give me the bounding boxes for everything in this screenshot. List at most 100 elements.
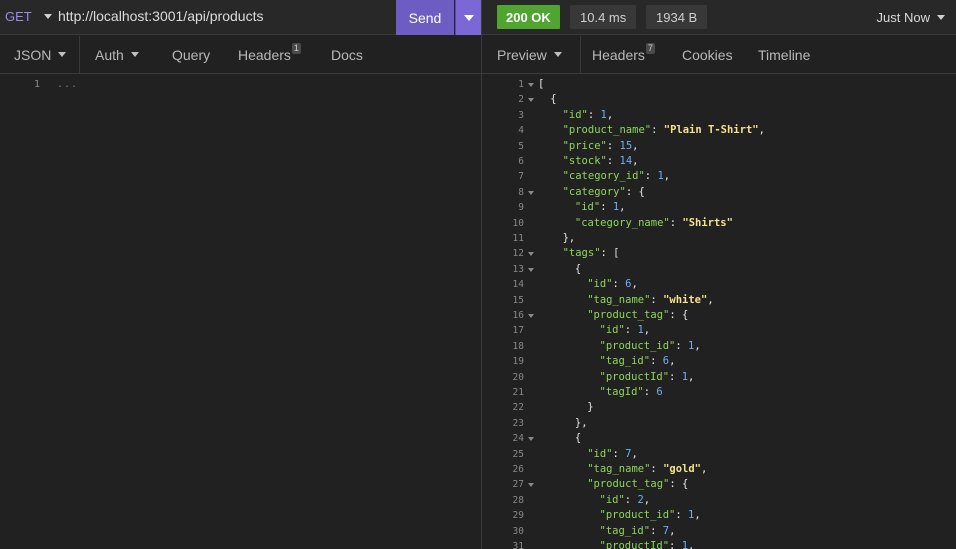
fold-toggle-icon[interactable] <box>528 314 534 318</box>
chevron-down-icon <box>58 52 67 57</box>
line-number: 9 <box>518 202 524 214</box>
json-token: , <box>606 108 614 121</box>
fold-toggle-icon[interactable] <box>528 437 534 442</box>
headers-count-badge: 7 <box>645 43 655 54</box>
json-line: 20 "productId": 1, <box>482 371 956 386</box>
json-code: { <box>575 263 581 275</box>
json-token: : <box>587 108 601 121</box>
tab-auth[interactable]: Auth <box>95 36 139 73</box>
json-token: "Plain T-Shirt" <box>663 124 759 137</box>
line-number: 20 <box>512 371 524 383</box>
json-token: "tags" <box>562 247 601 260</box>
json-line: 8 "category": { <box>482 186 956 201</box>
url-history-chevron-icon[interactable] <box>44 14 52 19</box>
fold-toggle-icon[interactable] <box>528 267 534 272</box>
json-code: "category": { <box>563 186 645 198</box>
json-line: 13 { <box>482 263 956 278</box>
fold-toggle-icon[interactable] <box>528 252 534 257</box>
line-number: 29 <box>512 510 524 522</box>
response-history-dropdown[interactable]: Just Now <box>877 10 930 25</box>
json-response-viewer[interactable]: 1[2{3 "id": 1, 4 "product_name": "Plain T-S… <box>482 78 956 549</box>
chevron-down-icon <box>937 15 945 20</box>
json-token: } <box>587 401 594 414</box>
json-token: , <box>707 293 714 306</box>
json-token: : <box>675 509 689 522</box>
line-number: 22 <box>512 402 524 414</box>
json-code: "tags": [ <box>563 247 620 259</box>
json-code: "productId": 1, <box>600 371 695 383</box>
method-selector[interactable]: GET <box>5 9 32 24</box>
json-token: , <box>701 463 708 475</box>
chevron-down-icon <box>130 52 139 57</box>
fold-toggle-icon[interactable] <box>528 83 534 87</box>
json-token: , <box>694 339 701 352</box>
json-token: : <box>650 293 664 306</box>
send-options-button[interactable] <box>455 0 481 35</box>
json-token: "id" <box>599 493 625 506</box>
json-token: "id" <box>562 108 588 121</box>
tab-label: Headers <box>592 46 645 63</box>
json-token: , <box>631 447 638 460</box>
tab-response-headers[interactable]: Headers 7 <box>592 36 655 73</box>
json-code: "stock": 14, <box>563 155 639 167</box>
editor-body[interactable]: ... <box>57 79 78 90</box>
json-code: "productId": 1, <box>600 540 695 549</box>
json-token: , <box>688 370 695 383</box>
tab-headers[interactable]: Headers 1 <box>238 36 301 73</box>
json-token: , <box>669 355 676 368</box>
json-token: "category_id" <box>562 170 645 183</box>
json-token: , <box>688 540 695 549</box>
status-badge: 200 OK <box>497 5 560 29</box>
tab-preview[interactable]: Preview <box>482 36 581 73</box>
json-token: "tag_id" <box>599 355 651 368</box>
json-token: , <box>619 201 626 214</box>
line-number: 30 <box>512 525 524 537</box>
tab-label: Docs <box>331 46 363 63</box>
tab-timeline[interactable]: Timeline <box>758 36 810 73</box>
tab-label: JSON <box>14 46 52 63</box>
json-token: : <box>624 493 638 506</box>
json-line: 14 "id": 6, <box>482 278 956 293</box>
url-input[interactable] <box>58 8 388 24</box>
fold-toggle-icon[interactable] <box>528 98 534 103</box>
tab-json[interactable]: JSON <box>14 36 67 73</box>
json-code: "id": 7, <box>587 448 638 460</box>
line-number: 25 <box>512 448 524 460</box>
response-tabs: Preview Headers 7 Cookies Timeline <box>482 36 956 74</box>
request-pane: GET Send JSON Auth Query Headers 1 Docs … <box>0 0 481 549</box>
json-line: 22} <box>482 401 956 416</box>
json-line: 2{ <box>482 93 956 108</box>
json-token: "tag_id" <box>599 524 651 537</box>
json-line: 7 "category_id": 1, <box>482 170 956 185</box>
json-line: 11}, <box>482 232 956 247</box>
json-token: "productId" <box>599 370 670 383</box>
line-number: 13 <box>512 263 524 275</box>
json-token: : [ <box>600 247 620 260</box>
fold-toggle-icon[interactable] <box>528 190 534 195</box>
tab-query[interactable]: Query <box>172 36 210 73</box>
json-token: , <box>643 493 651 506</box>
json-token: , <box>663 170 671 183</box>
json-line: 15 "tag_name": "white", <box>482 294 956 309</box>
line-number: 3 <box>518 109 524 121</box>
line-number: 23 <box>512 417 524 429</box>
tab-docs[interactable]: Docs <box>331 36 363 73</box>
line-number: 2 <box>518 94 524 106</box>
json-code: "tag_name": "white", <box>587 294 713 306</box>
send-button[interactable]: Send <box>396 0 454 35</box>
fold-toggle-icon[interactable] <box>528 483 534 488</box>
tab-cookies[interactable]: Cookies <box>682 36 733 73</box>
request-tabs: JSON Auth Query Headers 1 Docs <box>0 36 481 74</box>
json-line: 12 "tags": [ <box>482 247 956 262</box>
json-line: 1[ <box>482 78 956 93</box>
tab-label: Headers <box>238 46 291 63</box>
json-token: , <box>669 524 676 537</box>
json-token: "category" <box>562 185 626 198</box>
json-token: : <box>643 386 657 398</box>
line-number: 26 <box>512 464 524 475</box>
json-line: 6 "stock": 14, <box>482 155 956 170</box>
json-token: , <box>643 324 651 337</box>
json-code: [ <box>538 78 544 90</box>
line-number: 28 <box>512 494 524 506</box>
line-number: 14 <box>512 279 524 291</box>
